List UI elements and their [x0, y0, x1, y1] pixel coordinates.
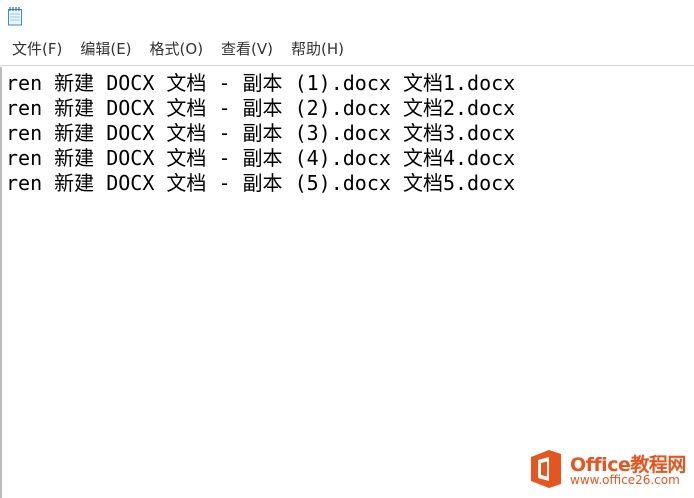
- text-line: ren 新建 DOCX 文档 - 副本 (2).docx 文档2.docx: [6, 96, 516, 120]
- text-line: ren 新建 DOCX 文档 - 副本 (4).docx 文档4.docx: [6, 146, 516, 170]
- menu-edit[interactable]: 编辑(E): [72, 34, 139, 63]
- notepad-icon: [8, 7, 22, 26]
- watermark-url: www.office26.com: [570, 473, 680, 487]
- office-logo-icon: [531, 450, 561, 488]
- text-line: ren 新建 DOCX 文档 - 副本 (5).docx 文档5.docx: [6, 171, 516, 195]
- menu-file[interactable]: 文件(F): [4, 34, 70, 63]
- watermark: Office教程网 www.office26.com: [528, 448, 690, 492]
- text-line: ren 新建 DOCX 文档 - 副本 (1).docx 文档1.docx: [6, 71, 516, 95]
- menu-view[interactable]: 查看(V): [213, 34, 281, 63]
- text-editor[interactable]: ren 新建 DOCX 文档 - 副本 (1).docx 文档1.docx re…: [0, 67, 694, 498]
- menu-bar: 文件(F) 编辑(E) 格式(O) 查看(V) 帮助(H): [0, 32, 694, 66]
- menu-format[interactable]: 格式(O): [142, 34, 212, 63]
- text-line: ren 新建 DOCX 文档 - 副本 (3).docx 文档3.docx: [6, 121, 516, 145]
- menu-help[interactable]: 帮助(H): [283, 34, 352, 63]
- title-bar: [0, 0, 694, 32]
